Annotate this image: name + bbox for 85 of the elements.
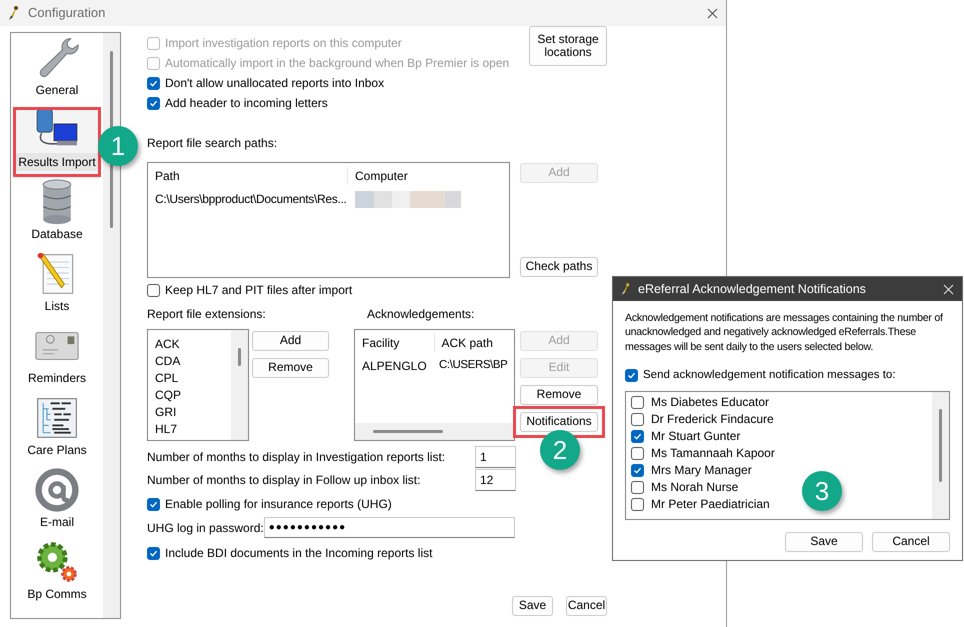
field-label: Number of months to display in Follow up inbox list: — [147, 472, 422, 488]
sidebar-item[interactable]: Results Import — [15, 107, 99, 179]
field-label: Number of months to display in Investigation reports list: — [147, 448, 446, 466]
column-header[interactable]: ACK path — [434, 334, 514, 352]
sidebar-item[interactable]: Database — [28, 179, 86, 251]
checkmark-icon — [149, 78, 158, 88]
checkmark-icon — [627, 371, 636, 380]
checkbox-label: Keep HL7 and PIT files after import — [165, 282, 352, 299]
at-sign-icon — [33, 467, 81, 513]
scrollbar[interactable] — [231, 330, 248, 440]
column-header[interactable]: Computer — [348, 167, 498, 185]
input-field[interactable]: 12 — [475, 468, 516, 490]
checkbox[interactable] — [631, 464, 644, 477]
checkbox[interactable] — [631, 430, 644, 443]
button[interactable]: Save — [785, 532, 863, 552]
sidebar-item[interactable]: Reminders — [24, 323, 90, 395]
button[interactable]: Cancel — [566, 596, 607, 616]
user-name[interactable]: Dr Frederick Findacure — [651, 410, 774, 428]
user-name[interactable]: Mrs Mary Manager — [651, 461, 752, 480]
checkbox-label: Add header to incoming letters — [165, 95, 328, 112]
description-text: Acknowledgement notifications are messages containing the number of unacknowledged and negatively acknowledged eReferrals.These messages will be sent daily to the users selected below. — [625, 311, 944, 354]
button[interactable]: Remove — [520, 385, 598, 405]
app-logo-icon — [621, 282, 631, 296]
section-label: Report file search paths: — [147, 135, 278, 152]
checkmark-icon — [633, 432, 642, 441]
checkmark-icon — [149, 98, 158, 108]
checkbox-label: Don't allow unallocated reports into Inbox — [165, 75, 384, 92]
checkbox[interactable] — [631, 396, 644, 409]
checkmark-icon — [149, 500, 158, 508]
checkmark-icon — [149, 548, 158, 558]
button[interactable]: Add — [252, 331, 329, 351]
checkbox-label: Enable polling for insurance reports (UHG) — [165, 496, 392, 513]
checkbox-label: Send acknowledgement notification messages to: — [643, 368, 896, 384]
checkbox[interactable] — [147, 76, 160, 90]
scrollbar[interactable] — [355, 423, 514, 440]
table-cell-text: C:\USERS\BP — [438, 358, 508, 374]
checkbox[interactable] — [631, 446, 644, 460]
field-label: UHG log in password: — [147, 520, 264, 536]
button[interactable]: Save — [512, 596, 553, 616]
set-storage-button[interactable]: Set storage locations — [529, 26, 607, 66]
list-item[interactable]: CQP — [155, 386, 232, 403]
table-cell-text: C:\Users\bpproduct\Documents\Res... — [154, 191, 348, 208]
sidebar-item[interactable]: E-mail — [33, 467, 81, 539]
button[interactable]: Check paths — [520, 257, 598, 277]
sidebar-item[interactable]: Bp Comms — [24, 539, 90, 611]
password-field[interactable]: ●●●●●●●●●●● — [264, 517, 515, 538]
user-name[interactable]: Mr Peter Paediatrician — [651, 495, 770, 514]
checkbox[interactable] — [631, 498, 644, 511]
button[interactable]: Remove — [252, 358, 329, 378]
checkbox[interactable] — [147, 546, 160, 560]
scrollbar[interactable] — [932, 392, 949, 519]
button[interactable]: Cancel — [872, 532, 950, 552]
window-title: Configuration — [28, 4, 106, 22]
sidebar-item[interactable]: General — [32, 35, 82, 107]
checkbox[interactable] — [147, 284, 160, 296]
checkbox-label: Import investigation reports on this computer — [165, 35, 402, 52]
checkbox-label: Include BDI documents in the Incoming reports list — [165, 545, 432, 562]
section-label: Report file extensions: — [147, 306, 267, 323]
checkbox-label: Automatically import in the background when Bp Premier is open — [165, 55, 510, 72]
list-item[interactable]: HL7 — [155, 420, 232, 437]
close-icon[interactable] — [707, 8, 718, 18]
checkbox[interactable] — [625, 369, 638, 382]
section-label: Acknowledgements: — [367, 306, 474, 323]
checkbox[interactable] — [147, 498, 160, 510]
checkbox[interactable] — [631, 412, 644, 426]
checkmark-icon — [633, 466, 642, 475]
list-item[interactable]: CPL — [155, 369, 232, 386]
input-field[interactable]: 1 — [475, 446, 516, 468]
column-header[interactable]: Facility — [355, 334, 434, 352]
button[interactable]: Notifications — [520, 412, 598, 432]
sidebar-item[interactable]: Care Plans — [24, 395, 90, 467]
dialog-title: eReferral Acknowledgement Notifications — [638, 280, 866, 298]
column-header[interactable]: Path — [148, 167, 348, 185]
list-item[interactable]: CDA — [155, 352, 232, 369]
app-logo-icon — [8, 5, 20, 21]
user-name[interactable]: Ms Norah Nurse — [651, 478, 738, 496]
list-item[interactable]: ACK — [155, 335, 232, 352]
table-cell-text: ALPENGLO — [361, 358, 428, 375]
user-name[interactable]: Mr Stuart Gunter — [651, 427, 740, 446]
list-item[interactable]: GRI — [155, 403, 232, 420]
user-name[interactable]: Ms Tamannaah Kapoor — [651, 444, 775, 462]
sidebar-item[interactable]: Lists — [33, 251, 81, 323]
user-name[interactable]: Ms Diabetes Educator — [651, 393, 770, 412]
checkbox[interactable] — [147, 96, 160, 110]
checkbox[interactable] — [631, 480, 644, 494]
